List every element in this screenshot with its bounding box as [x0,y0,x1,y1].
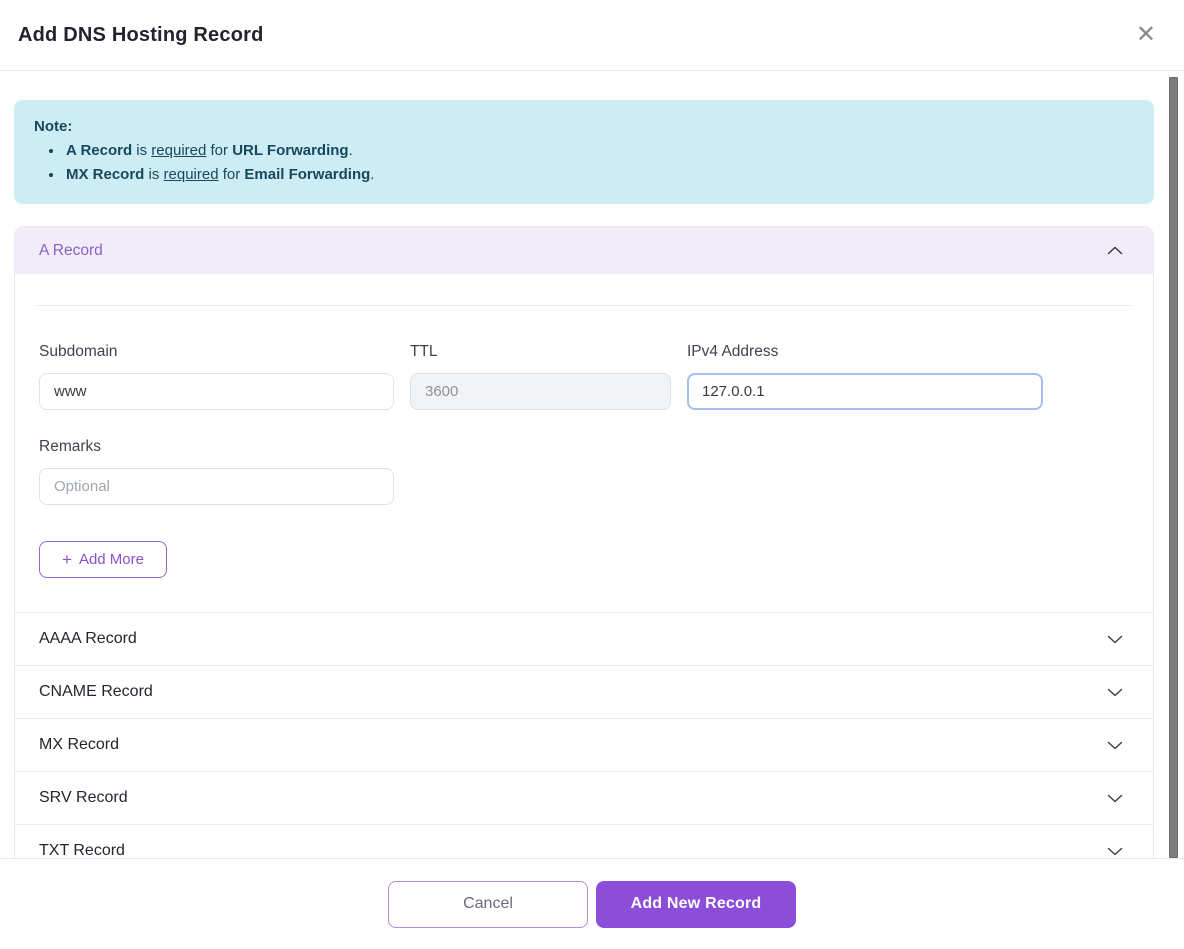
a-record-panel: Subdomain TTL IPv4 Address Remarks [15,305,1153,612]
page-title: Add DNS Hosting Record [18,24,264,47]
field-ipv4: IPv4 Address [687,343,1043,410]
ipv4-input[interactable] [687,373,1043,410]
ttl-input [410,373,671,410]
chevron-down-icon [1107,688,1123,697]
subdomain-label: Subdomain [39,343,394,361]
remarks-label: Remarks [39,438,394,456]
modal: Add DNS Hosting Record ✕ Note: A Record … [0,0,1184,878]
panel-divider [35,305,1133,306]
ttl-label: TTL [410,343,671,361]
modal-body: Note: A Record is required for URL Forwa… [14,100,1154,878]
field-row: Subdomain TTL IPv4 Address [39,343,1129,410]
chevron-down-icon [1107,741,1123,750]
note-item: MX Record is required for Email Forwardi… [64,163,1134,187]
add-more-label: Add More [79,551,144,568]
field-ttl: TTL [410,343,671,410]
ipv4-label: IPv4 Address [687,343,1043,361]
field-subdomain: Subdomain [39,343,394,410]
subdomain-input[interactable] [39,373,394,410]
accordion-header-mx-record[interactable]: MX Record [15,718,1153,771]
field-remarks: Remarks [39,438,394,505]
accordion-header-aaaa-record[interactable]: AAAA Record [15,612,1153,665]
modal-footer: Cancel Add New Record [0,858,1184,949]
chevron-down-icon [1107,635,1123,644]
chevron-down-icon [1107,847,1123,856]
cancel-button[interactable]: Cancel [388,881,588,928]
close-icon[interactable]: ✕ [1130,21,1162,49]
a-record-label: A Record [39,242,103,260]
aaaa-record-label: AAAA Record [39,630,137,648]
note-box: Note: A Record is required for URL Forwa… [14,100,1154,204]
srv-record-label: SRV Record [39,789,128,807]
accordion-header-a-record[interactable]: A Record [15,227,1153,274]
chevron-down-icon [1107,794,1123,803]
chevron-up-icon [1107,246,1123,255]
remarks-input[interactable] [39,468,394,505]
note-item: A Record is required for URL Forwarding. [64,139,1134,163]
note-heading: Note: [34,115,1134,139]
note-list: A Record is required for URL Forwarding.… [64,139,1134,187]
accordion-header-srv-record[interactable]: SRV Record [15,771,1153,824]
accordion-header-cname-record[interactable]: CNAME Record [15,665,1153,718]
add-new-record-button[interactable]: Add New Record [596,881,796,928]
accordion-group: A Record Subdomain TTL IPv4 Address [14,226,1154,878]
mx-record-label: MX Record [39,736,119,754]
field-row: Remarks [39,438,1129,505]
cname-record-label: CNAME Record [39,683,153,701]
plus-icon: + [62,551,72,568]
modal-header: Add DNS Hosting Record ✕ [0,0,1184,71]
scrollbar[interactable] [1169,77,1178,858]
add-more-button[interactable]: + Add More [39,541,167,578]
